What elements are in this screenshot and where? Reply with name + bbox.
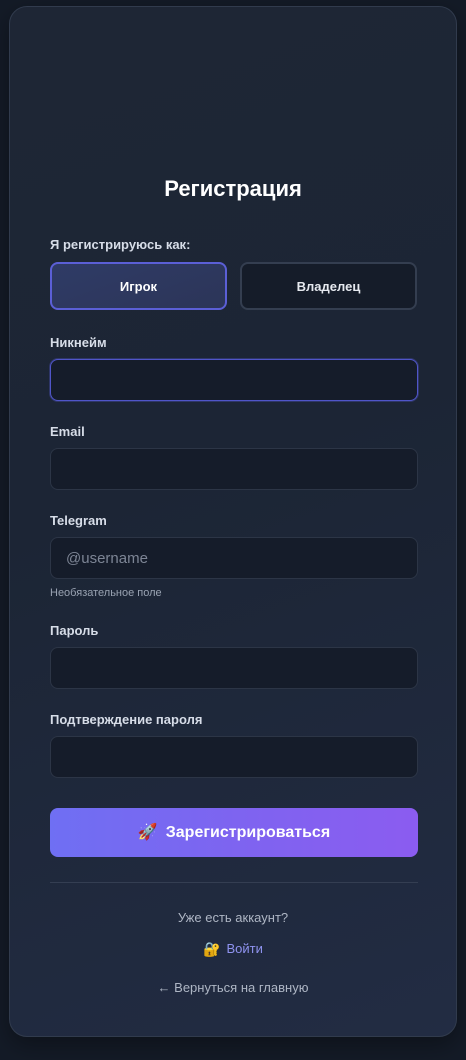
confirm-password-label: Подтверждение пароля bbox=[50, 712, 203, 727]
telegram-hint: Необязательное поле bbox=[50, 587, 162, 599]
page-title: Регистрация bbox=[164, 176, 302, 201]
confirm-password-input[interactable] bbox=[50, 736, 418, 778]
lock-icon: 🔐 bbox=[203, 940, 221, 957]
nickname-label: Никнейм bbox=[50, 335, 107, 350]
email-input[interactable] bbox=[50, 448, 418, 490]
email-label: Email bbox=[50, 424, 85, 439]
telegram-label: Telegram bbox=[50, 513, 107, 528]
nickname-input[interactable] bbox=[50, 359, 418, 401]
back-to-home-link[interactable]: ← Вернуться на главную bbox=[0, 980, 466, 995]
login-link-label: Войти bbox=[226, 941, 263, 956]
role-owner-label: Владелец bbox=[296, 278, 361, 294]
rocket-icon: 🚀 bbox=[137, 823, 158, 841]
login-link[interactable]: 🔐 Войти bbox=[0, 941, 466, 956]
role-player-button[interactable]: Игрок bbox=[50, 262, 227, 310]
have-account-text: Уже есть аккаунт? bbox=[177, 910, 289, 925]
password-label: Пароль bbox=[50, 623, 99, 638]
divider bbox=[50, 882, 418, 883]
password-input[interactable] bbox=[50, 647, 418, 689]
register-button[interactable]: 🚀 Зарегистрироваться bbox=[50, 808, 418, 857]
role-player-label: Игрок bbox=[119, 278, 158, 294]
role-label: Я регистрируюсь как: bbox=[50, 237, 191, 252]
role-owner-button[interactable]: Владелец bbox=[240, 262, 417, 310]
register-button-label: Зарегистрироваться bbox=[165, 823, 331, 841]
telegram-input[interactable] bbox=[50, 537, 418, 579]
